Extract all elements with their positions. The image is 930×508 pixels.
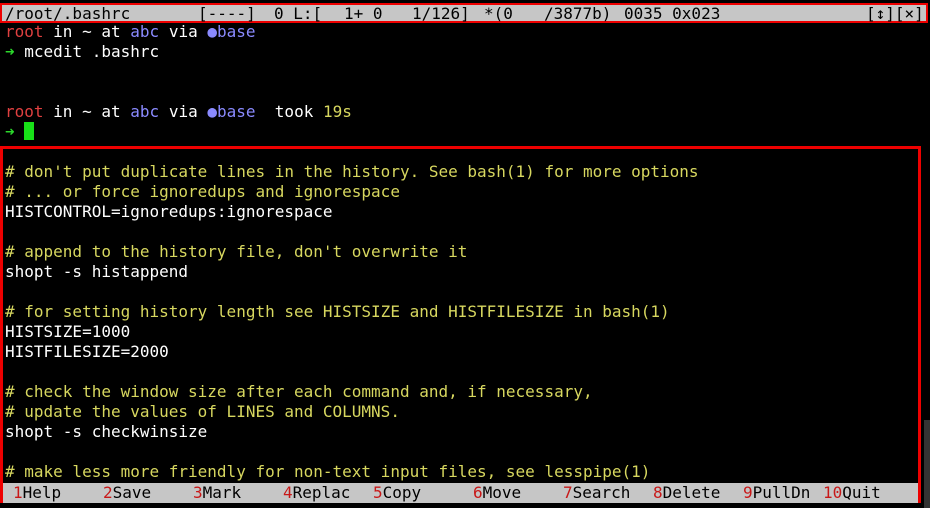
prompt-dir: ~ (82, 102, 92, 121)
prompt-arrow-icon: ➜ (5, 42, 15, 61)
fkey-number: 2 (103, 483, 113, 502)
fkey-replac-button[interactable]: 4Replac (283, 483, 350, 503)
fkey-label: Replac (292, 483, 351, 502)
comment-line: # don't put duplicate lines in the histo… (5, 162, 699, 181)
fkey-label: Move (482, 483, 522, 502)
fkey-label: Search (572, 483, 631, 502)
function-key-bar: 1Help 2Save 3Mark 4Replac 5Copy 6Move 7Search 8… (3, 483, 918, 503)
fkey-number: 1 (13, 483, 23, 502)
fkey-save-button[interactable]: 2Save (103, 483, 151, 503)
fkey-label: Save (112, 483, 152, 502)
code-line: shopt -s checkwinsize (5, 422, 208, 441)
prompt-took: took (274, 102, 314, 121)
fkey-number: 8 (653, 483, 663, 502)
prompt-host: abc (130, 22, 160, 41)
fkey-number: 10 (823, 483, 843, 502)
prompt-user: root (5, 102, 44, 121)
fkey-number: 6 (473, 483, 483, 502)
fkey-label: Quit (842, 483, 881, 502)
prompt-env: base (217, 102, 256, 121)
char-total: /3877b) (544, 4, 612, 23)
prompt-env: base (217, 22, 256, 41)
line-total: 1/126] (412, 4, 470, 23)
fkey-label: PullDn (752, 483, 811, 502)
comment-line: # make less more friendly for non-text i… (5, 462, 651, 481)
prompt-in: in (53, 102, 73, 121)
prompt-user: root (5, 22, 44, 41)
comment-line: # append to the history file, don't over… (5, 242, 468, 261)
prompt-host: abc (130, 102, 160, 121)
column-indicator: 0 L:[ (274, 4, 323, 23)
char-position: *(0 (484, 4, 513, 23)
fkey-help-button[interactable]: 1Help (13, 483, 61, 503)
prompt-at: at (101, 22, 121, 41)
prompt-dir: ~ (82, 22, 92, 41)
code-line: shopt -s histappend (5, 262, 189, 281)
char-code: 0035 0x023 (624, 4, 721, 23)
fkey-mark-button[interactable]: 3Mark (193, 483, 241, 503)
line-position: 1+ 0 (344, 4, 383, 23)
window-buttons[interactable]: [↕][×] (866, 4, 924, 24)
terminal-scrollbar[interactable] (924, 420, 930, 508)
fkey-pulldn-button[interactable]: 9PullDn (743, 483, 810, 503)
command-text: mcedit .bashrc (24, 42, 160, 61)
fkey-label: Copy (382, 483, 422, 502)
prompt-duration: 19s (322, 102, 352, 121)
conda-env-icon: ● (207, 102, 217, 121)
fkey-number: 4 (283, 483, 293, 502)
prompt-via: via (168, 102, 198, 121)
fkey-search-button[interactable]: 7Search (563, 483, 630, 503)
command-line-1: ➜ mcedit .bashrc (5, 42, 159, 62)
comment-line: # ... or force ignoredups and ignorespac… (5, 182, 400, 201)
prompt-at: at (101, 102, 121, 121)
terminal-cursor (24, 122, 35, 140)
fkey-number: 7 (563, 483, 573, 502)
code-line: HISTSIZE=1000 (5, 322, 131, 341)
code-line: HISTFILESIZE=2000 (5, 342, 169, 361)
comment-line: # check the window size after each comma… (5, 382, 593, 401)
fkey-label: Help (22, 483, 62, 502)
fkey-label: Delete (662, 483, 721, 502)
fkey-label: Mark (202, 483, 242, 502)
file-path: /root/.bashrc (5, 4, 131, 23)
fkey-quit-button[interactable]: 10Quit (823, 483, 881, 503)
prompt-via: via (168, 22, 198, 41)
prompt-line-2: root in ~ at abc via ●base took 19s (5, 102, 352, 122)
editor-status-bar: /root/.bashrc [----] 0 L:[ 1+ 0 1/126] *… (0, 3, 928, 23)
conda-env-icon: ● (207, 22, 217, 41)
file-flags: [----] (198, 4, 256, 23)
comment-line: # update the values of LINES and COLUMNS… (5, 402, 400, 421)
prompt-arrow-icon: ➜ (5, 122, 15, 141)
fkey-move-button[interactable]: 6Move (473, 483, 521, 503)
command-line-2[interactable]: ➜ (5, 122, 35, 142)
fkey-number: 9 (743, 483, 753, 502)
prompt-line-1: root in ~ at abc via ●base (5, 22, 256, 42)
prompt-in: in (53, 22, 73, 41)
comment-line: # for setting history length see HISTSIZ… (5, 302, 670, 321)
fkey-number: 5 (373, 483, 383, 502)
code-line: HISTCONTROL=ignoredups:ignorespace (5, 202, 333, 221)
fkey-number: 3 (193, 483, 203, 502)
fkey-delete-button[interactable]: 8Delete (653, 483, 720, 503)
fkey-copy-button[interactable]: 5Copy (373, 483, 421, 503)
